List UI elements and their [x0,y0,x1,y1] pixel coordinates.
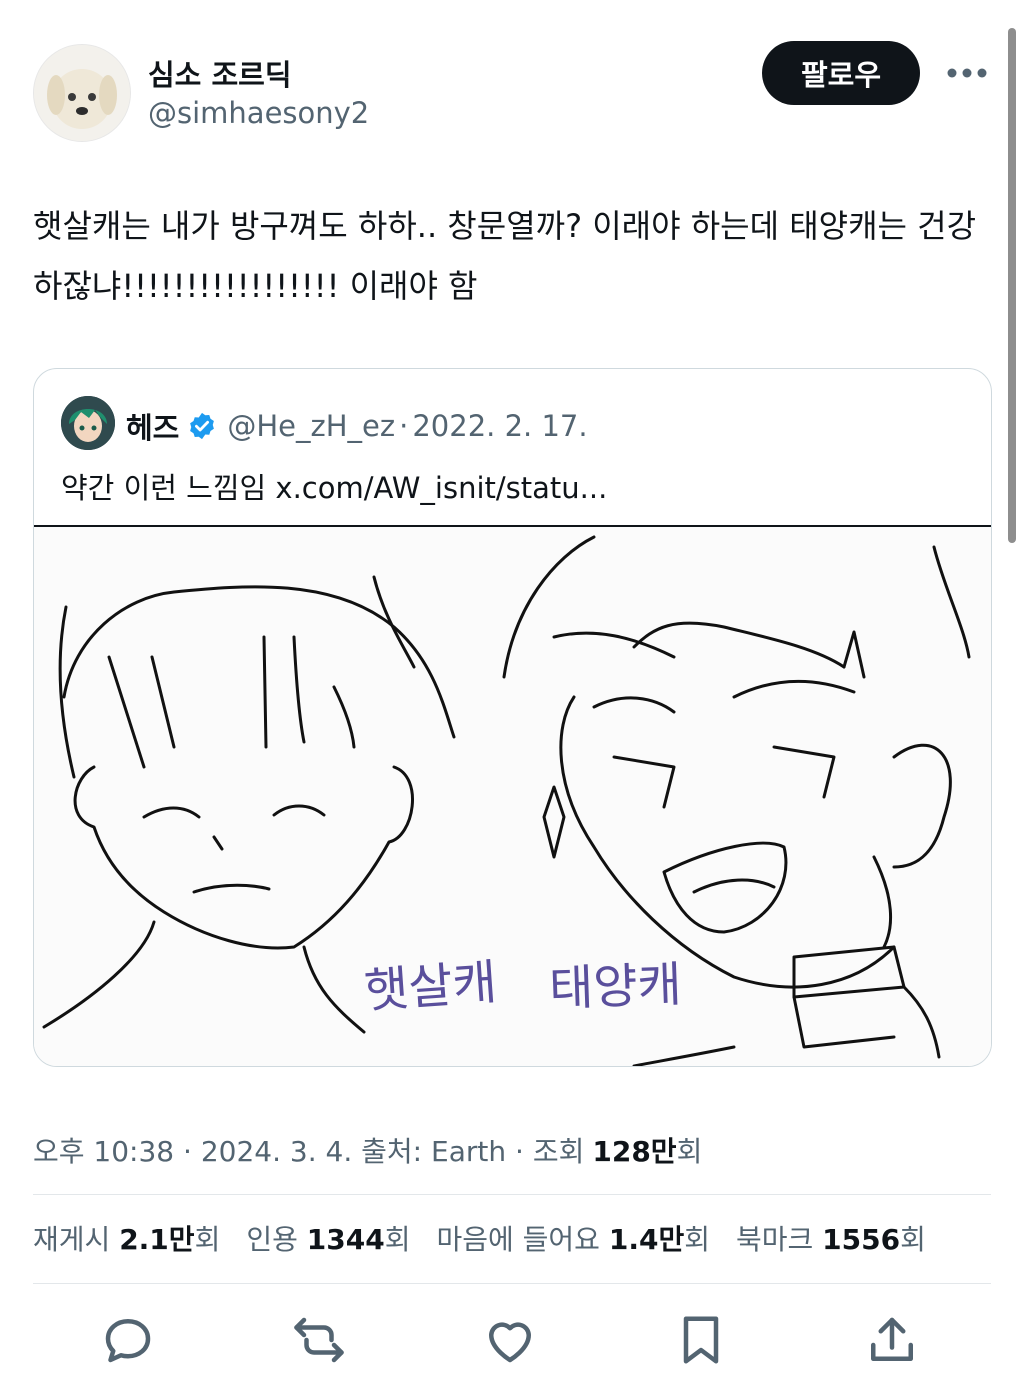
separator-dot: · [399,409,409,443]
quote-author-name[interactable]: 헤즈 [126,405,179,447]
bookmark-button[interactable] [671,1310,731,1370]
share-button[interactable] [862,1310,922,1370]
source-value: Earth [431,1135,507,1168]
reposts-count: 2.1만 [119,1223,195,1256]
reply-button[interactable] [98,1310,158,1370]
drawing-label-right: 태양캐 [548,956,683,1018]
bookmarks-suffix: 회 [900,1223,926,1256]
tweet-text: 햇살캐는 내가 방구껴도 하하.. 창문열까? 이래야 하는데 태양캐는 건강하… [33,207,977,305]
likes-stat[interactable]: 마음에 들어요 1.4만회 [436,1218,710,1258]
views-label: 조회 [532,1135,585,1168]
quoted-tweet-card[interactable]: 헤즈 @He_zH_ez · 2022. 2. 17. 약간 이런 느낌임 x.… [33,368,992,1067]
drawing-label-left: 햇살캐 [362,954,499,1020]
puppy-avatar-image [34,45,130,141]
quote-author-handle[interactable]: @He_zH_ez [227,409,395,443]
sketch-illustration [42,535,971,1066]
scrollbar[interactable] [1008,28,1016,543]
bookmarks-label: 북마크 [735,1223,814,1256]
divider [33,1283,991,1284]
divider [33,1194,991,1195]
like-button[interactable] [480,1310,540,1370]
reposts-label: 재게시 [33,1223,111,1256]
likes-suffix: 회 [684,1223,710,1256]
bookmarks-stat[interactable]: 북마크 1556회 [736,1218,926,1258]
quote-drawing-image[interactable]: 햇살캐 태양캐 [34,525,991,1066]
tweet-date[interactable]: 2024. 3. 4. [201,1135,352,1168]
quotes-suffix: 회 [384,1223,411,1256]
views-suffix: 회 [676,1135,703,1168]
quote-text: 약간 이런 느낌임 x.com/AW_isnit/statu... [61,471,608,505]
author-handle[interactable]: @simhaesony2 [148,96,369,130]
anime-avatar-image [61,396,115,450]
repost-button[interactable] [289,1310,349,1370]
bookmark-icon [683,1316,719,1364]
reply-icon [105,1319,151,1363]
follow-button[interactable]: 팔로우 [762,41,920,105]
reposts-stat[interactable]: 재게시 2.1만회 [33,1218,220,1258]
author-display-name[interactable]: 심소 조르딕 [148,52,292,94]
views-count: 128만 [592,1135,677,1168]
tweet-meta: 오후 10:38 · 2024. 3. 4. 출처: Earth · 조회 128… [33,1130,702,1170]
quotes-count: 1344 [306,1223,385,1256]
bookmarks-count: 1556 [822,1223,901,1256]
heart-icon [489,1322,531,1363]
quote-author-avatar [61,396,115,450]
separator-dot: · [515,1135,524,1168]
likes-count: 1.4만 [608,1223,685,1256]
quotes-label: 인용 [246,1223,298,1256]
repost-icon [294,1317,344,1363]
verified-badge-icon [187,411,217,441]
more-horizontal-icon [947,68,987,78]
engagement-stats: 재게시 2.1만회 인용 1344회 마음에 들어요 1.4만회 북마크 155… [33,1218,926,1258]
quote-date[interactable]: 2022. 2. 17. [412,409,587,443]
source-label: 출처: [361,1135,423,1168]
quotes-stat[interactable]: 인용 1344회 [246,1218,410,1258]
likes-label: 마음에 들어요 [436,1223,600,1256]
reposts-suffix: 회 [194,1223,221,1256]
share-icon [871,1317,913,1361]
more-options-button[interactable] [944,60,990,86]
tweet-time[interactable]: 오후 10:38 [33,1135,174,1168]
author-avatar[interactable] [33,44,131,142]
quote-header: 헤즈 @He_zH_ez · 2022. 2. 17. [126,405,588,447]
separator-dot: · [183,1135,192,1168]
